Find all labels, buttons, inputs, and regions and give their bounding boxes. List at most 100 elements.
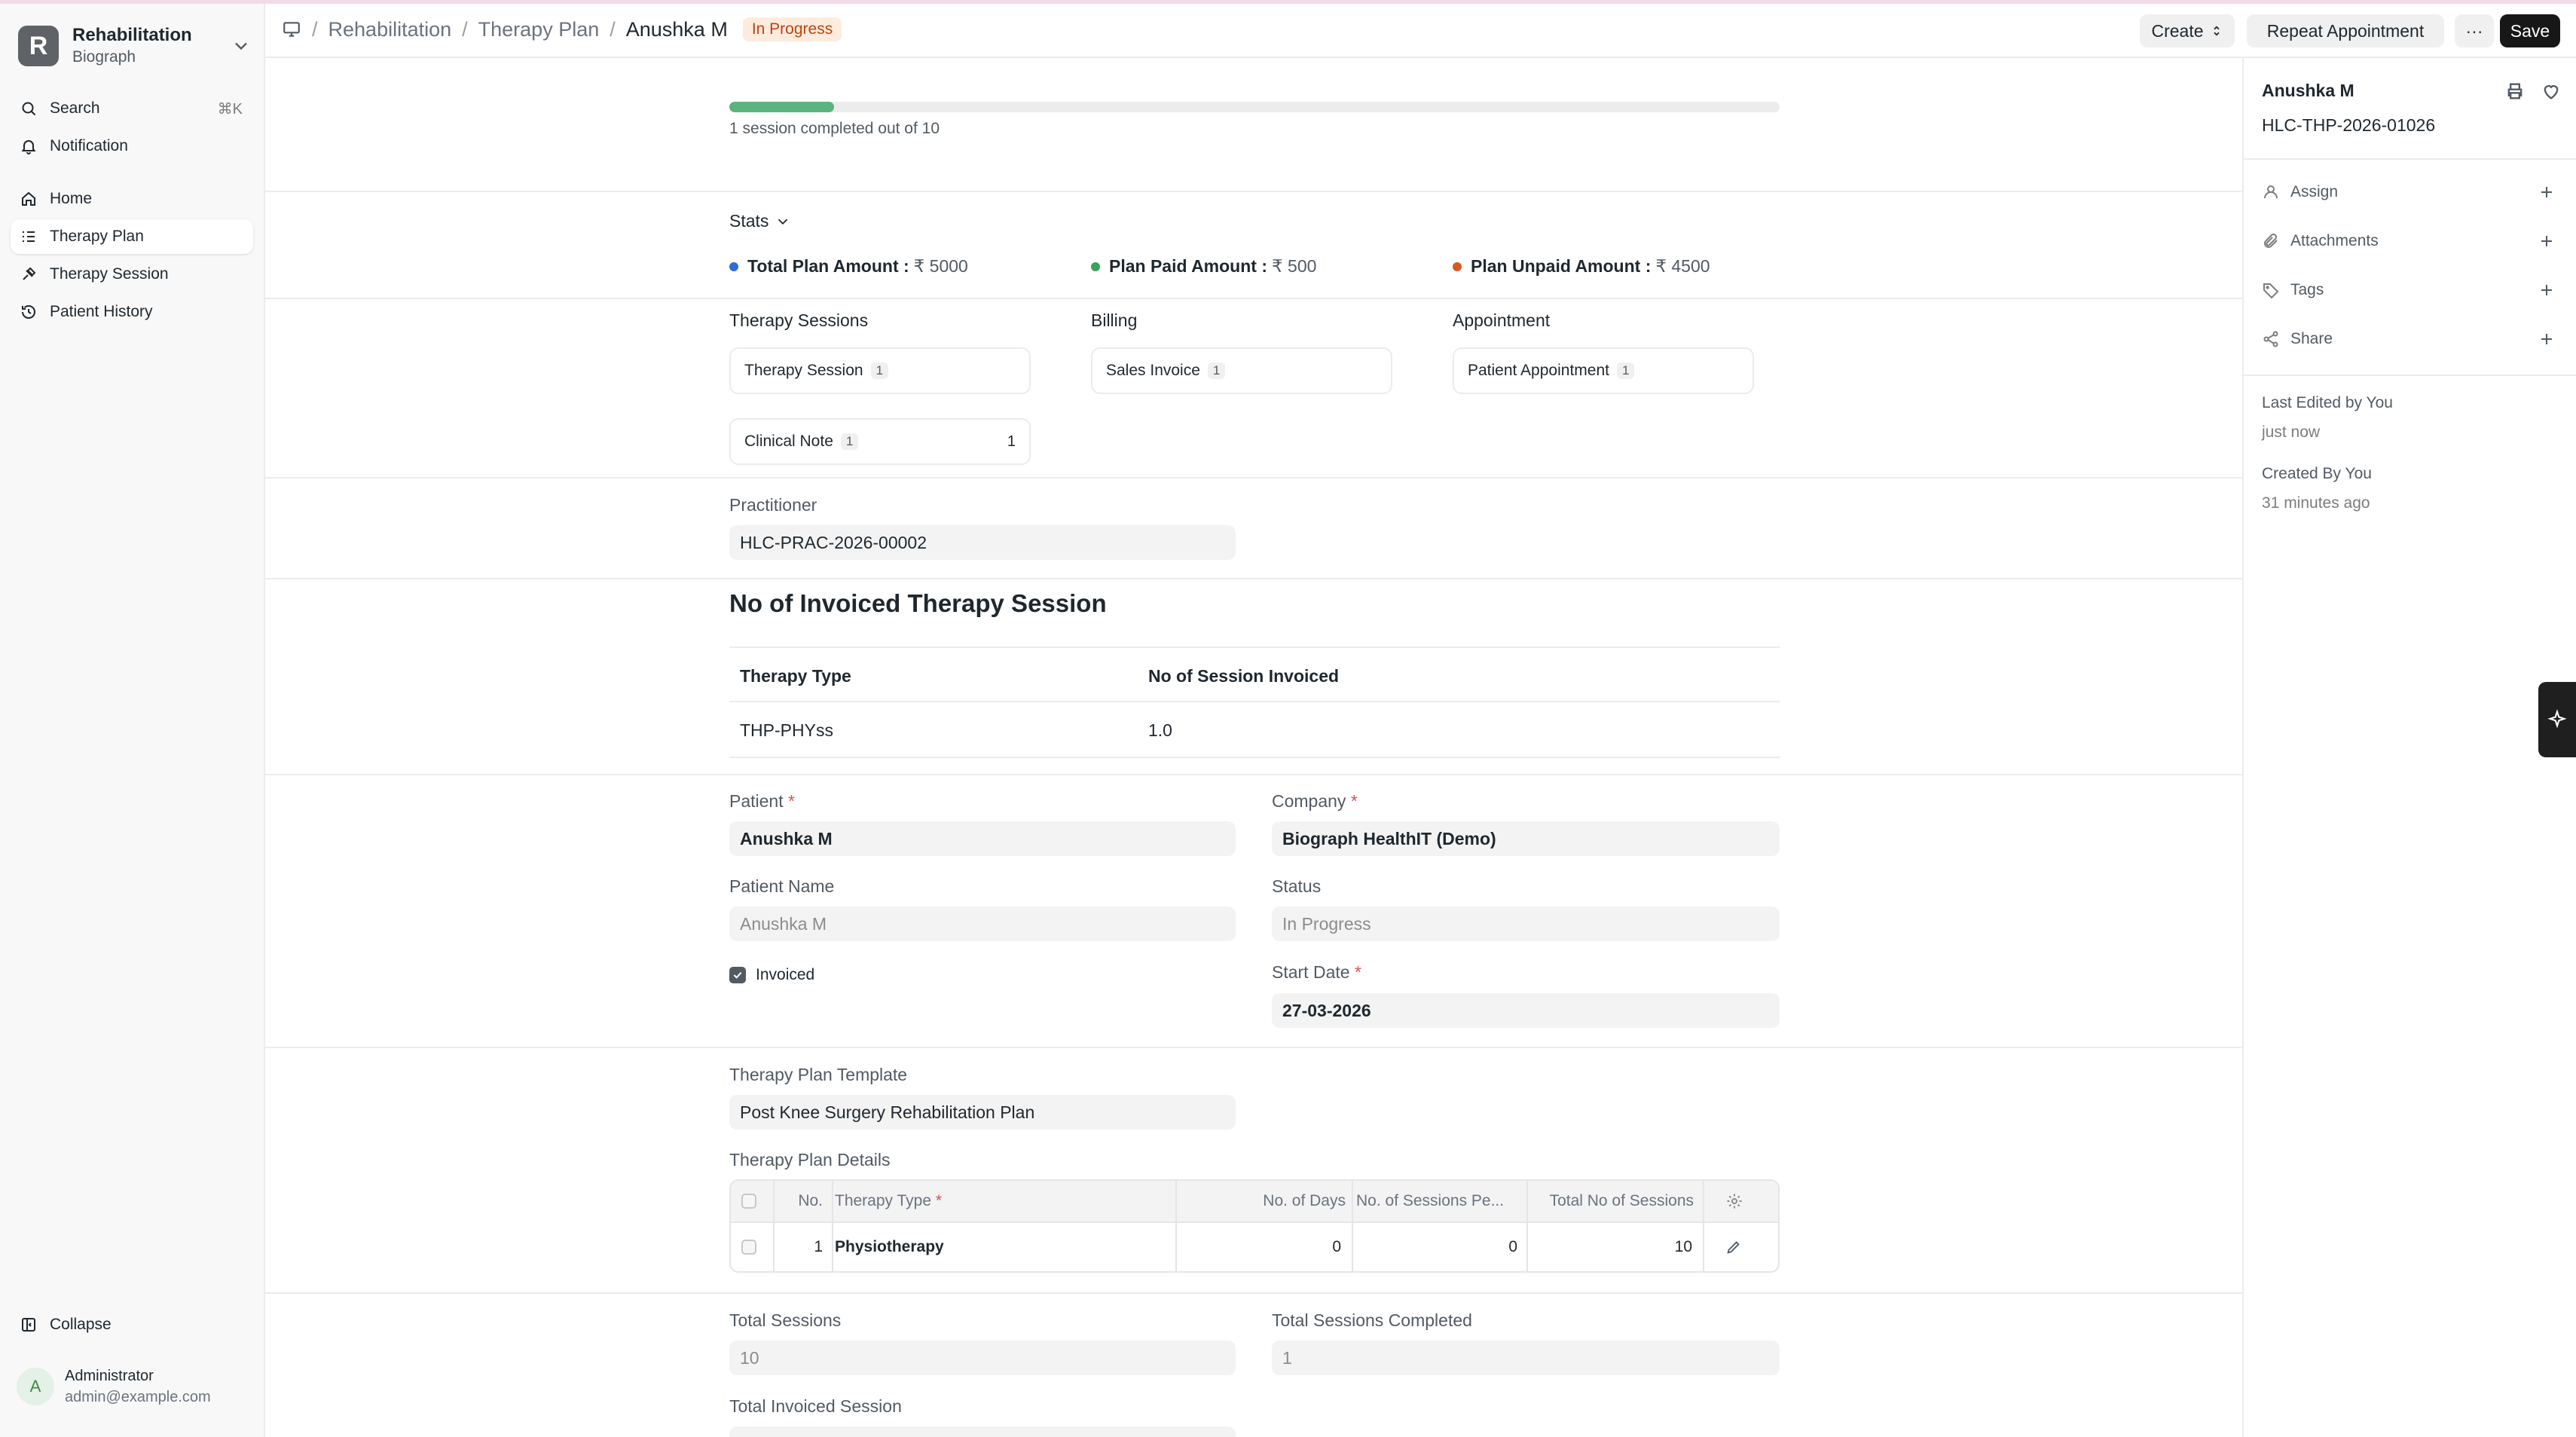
assign-action[interactable]: Assign <box>2262 177 2560 207</box>
app-switcher[interactable]: R Rehabilitation Biograph <box>18 22 252 70</box>
invoiced-label: Invoiced <box>756 966 815 983</box>
patient-appointment-link[interactable]: Patient Appointment 1 <box>1453 347 1754 394</box>
user-menu[interactable]: A Administrator admin@example.com <box>17 1360 258 1413</box>
chevron-down-icon[interactable] <box>231 35 252 57</box>
session-progress-text: 1 session completed out of 10 <box>729 120 940 137</box>
sidebar-search[interactable]: Search ⌘K <box>11 91 253 126</box>
row-number: 1 <box>814 1238 823 1255</box>
start-date-field[interactable]: 27-03-2026 <box>1272 993 1780 1028</box>
search-icon <box>22 102 36 116</box>
stat-total-plan-amount: Total Plan Amount : ₹ 5000 <box>729 256 968 277</box>
plus-icon[interactable] <box>2538 330 2556 348</box>
sales-invoice-link[interactable]: Sales Invoice 1 <box>1091 347 1392 394</box>
app-name: Rehabilitation <box>72 25 192 45</box>
sparkle-icon <box>2547 709 2567 729</box>
collapse-label: Collapse <box>50 1316 112 1333</box>
history-icon <box>22 305 35 319</box>
sidebar-item-label: Therapy Plan <box>50 228 144 245</box>
user-name: Administrator <box>65 1368 154 1384</box>
grid-settings[interactable] <box>1725 1181 1743 1221</box>
more-icon: ··· <box>2465 20 2483 41</box>
share-action[interactable]: Share <box>2262 324 2560 354</box>
clinical-note-link[interactable]: Clinical Note 1 1 <box>729 418 1031 465</box>
assign-label: Assign <box>2290 183 2339 200</box>
count-badge: 1 <box>1616 362 1635 379</box>
save-button[interactable]: Save <box>2500 14 2560 47</box>
heart-icon[interactable] <box>2541 81 2562 102</box>
total-invoiced-field <box>729 1426 1236 1437</box>
stat-label: Total Plan Amount : <box>747 256 909 276</box>
sessions-per-cell[interactable]: 0 <box>1356 1223 1517 1271</box>
link-label: Therapy Session <box>744 362 863 379</box>
sidebar-item-therapy-plan[interactable]: Therapy Plan <box>11 219 253 254</box>
edit-icon <box>1727 1241 1740 1254</box>
create-button[interactable]: Create <box>2140 14 2235 47</box>
stats-toggle[interactable]: Stats <box>729 211 791 231</box>
sidebar-item-therapy-session[interactable]: Therapy Session <box>11 257 253 292</box>
link-label: Sales Invoice <box>1106 362 1200 379</box>
column-header-total-sessions: Total No of Sessions <box>1549 1192 1694 1209</box>
column-header-days: No. of Days <box>1263 1192 1346 1209</box>
count-badge: 1 <box>1207 362 1226 379</box>
checkbox[interactable] <box>741 1240 756 1255</box>
session-progress-bar <box>729 102 1780 112</box>
checkbox[interactable] <box>741 1194 756 1209</box>
tags-action[interactable]: Tags <box>2262 275 2560 305</box>
therapy-plan-details-grid: No. Therapy Type * No. of Days No. of Se… <box>729 1179 1780 1273</box>
sidebar-notification[interactable]: Notification <box>11 129 253 164</box>
stat-dot <box>1091 261 1100 271</box>
chevron-down-icon <box>778 219 788 225</box>
home-icon <box>22 191 35 206</box>
more-button[interactable]: ··· <box>2455 14 2494 47</box>
edit-row-button[interactable] <box>1725 1223 1742 1271</box>
total-sessions-label: Total Sessions <box>729 1310 842 1330</box>
connections-group-title: Therapy Sessions <box>729 310 869 330</box>
therapy-session-link[interactable]: Therapy Session 1 <box>729 347 1031 394</box>
grid-header-row: No. Therapy Type * No. of Days No. of Se… <box>731 1181 1778 1221</box>
attachments-action[interactable]: Attachments <box>2262 226 2560 256</box>
notification-label: Notification <box>50 137 128 154</box>
template-field[interactable]: Post Knee Surgery Rehabilitation Plan <box>729 1095 1236 1130</box>
sidebar-item-patient-history[interactable]: Patient History <box>11 295 253 329</box>
plus-icon[interactable] <box>2538 183 2556 201</box>
select-all-checkbox[interactable] <box>741 1181 756 1221</box>
stat-plan-unpaid-amount: Plan Unpaid Amount : ₹ 4500 <box>1453 256 1710 277</box>
patient-name-label: Patient Name <box>729 876 835 896</box>
breadcrumb-therapy-plan[interactable]: Therapy Plan <box>478 18 600 41</box>
collapse-button[interactable]: Collapse <box>11 1307 253 1342</box>
sidebar: R Rehabilitation Biograph Search ⌘K Noti… <box>0 4 265 1437</box>
repeat-appointment-button[interactable]: Repeat Appointment <box>2247 14 2444 47</box>
table-row[interactable]: 1 Physiotherapy 0 0 10 <box>731 1221 1778 1271</box>
table-row: THP-PHYss 1.0 <box>729 702 1780 758</box>
total-sessions-field: 10 <box>729 1341 1236 1375</box>
invoiced-checkbox[interactable] <box>729 967 746 983</box>
tag-icon <box>2263 283 2279 299</box>
therapy-type-cell[interactable]: Physiotherapy <box>835 1223 944 1271</box>
total-sessions-cell[interactable]: 10 <box>1531 1223 1692 1271</box>
days-cell[interactable]: 0 <box>1180 1223 1341 1271</box>
gear-icon <box>1727 1194 1742 1209</box>
column-header-no: No. <box>798 1192 823 1209</box>
breadcrumb-rehabilitation[interactable]: Rehabilitation <box>328 18 452 41</box>
plus-icon[interactable] <box>2538 281 2556 299</box>
practitioner-field[interactable]: HLC-PRAC-2026-00002 <box>729 525 1236 560</box>
desktop-icon[interactable] <box>282 20 301 39</box>
last-edited-label: Last Edited by You <box>2262 394 2393 411</box>
avatar: A <box>17 1368 54 1405</box>
connections-group-title: Billing <box>1091 310 1138 330</box>
company-label: Company * <box>1272 791 1358 811</box>
connections-group-title: Appointment <box>1453 310 1551 330</box>
user-icon <box>2264 185 2278 199</box>
paperclip-icon <box>2264 233 2278 248</box>
sidebar-item-home[interactable]: Home <box>11 182 253 216</box>
patient-field[interactable]: Anushka M <box>729 821 1236 856</box>
company-field[interactable]: Biograph HealthIT (Demo) <box>1272 821 1780 856</box>
template-label: Therapy Plan Template <box>729 1065 908 1084</box>
attachments-label: Attachments <box>2290 232 2379 249</box>
search-shortcut: ⌘K <box>217 100 243 118</box>
plus-icon[interactable] <box>2538 232 2556 250</box>
ai-assistant-tab[interactable] <box>2538 682 2576 757</box>
print-icon[interactable] <box>2504 81 2526 102</box>
column-header: Therapy Type <box>740 666 851 686</box>
row-checkbox[interactable] <box>741 1223 756 1271</box>
